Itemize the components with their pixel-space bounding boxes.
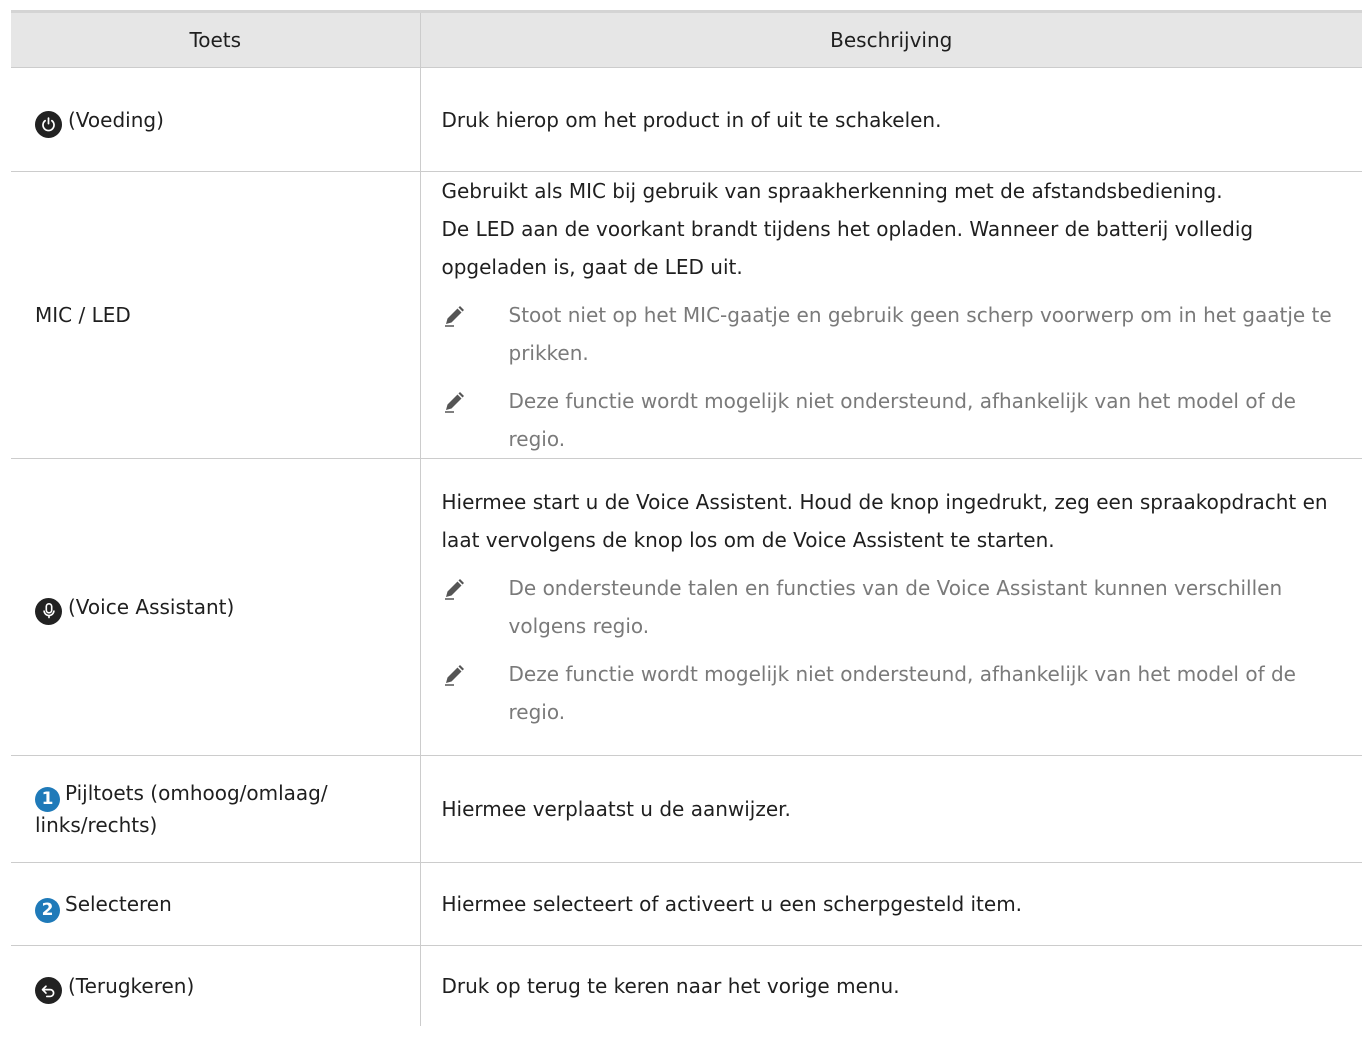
note: Deze functie wordt mogelijk niet onderst… [442, 382, 1353, 458]
pencil-icon [442, 382, 509, 426]
key-label: Pijltoets (omhoog/omlaag/ links/rechts) [35, 781, 328, 837]
note: De ondersteunde talen en functies van de… [442, 569, 1353, 645]
key-label: MIC / LED [35, 303, 131, 327]
table-row: (Voeding) Druk hierop om het product in … [11, 67, 1362, 172]
key-cell: MIC / LED [11, 171, 421, 459]
desc-cell: Hiermee selecteert of activeert u een sc… [420, 862, 1362, 946]
description-text: Hiermee verplaatst u de aanwijzer. [441, 797, 791, 821]
microphone-icon [35, 597, 62, 625]
pencil-icon [442, 569, 509, 613]
desc-cell: Hiermee verplaatst u de aanwijzer. [420, 755, 1362, 863]
number-badge: 2 [35, 897, 60, 923]
desc-cell: Hiermee start u de Voice Assistent. Houd… [420, 458, 1362, 756]
note-text: De ondersteunde talen en functies van de… [508, 576, 1283, 638]
description-text: Druk hierop om het product in of uit te … [441, 107, 942, 132]
key-label: Selecteren [65, 892, 172, 916]
desc-cell: Druk op terug te keren naar het vorige m… [420, 946, 1362, 1027]
note-text: Stoot niet op het MIC-gaatje en gebruik … [508, 303, 1332, 365]
description-text: Druk op terug te keren naar het vorige m… [441, 974, 900, 998]
description-text: Hiermee start u de Voice Assistent. Houd… [441, 490, 1328, 552]
pencil-icon [442, 655, 509, 699]
note-text: Deze functie wordt mogelijk niet onderst… [508, 662, 1296, 724]
desc-cell: Gebruikt als MIC bij gebruik van spraakh… [420, 171, 1362, 459]
number-badge: 1 [35, 786, 60, 812]
key-cell: (Voeding) [11, 67, 421, 172]
table-row: (Voice Assistant) Hiermee start u de Voi… [11, 458, 1362, 756]
description-text: De LED aan de voorkant brandt tijdens he… [441, 217, 1254, 279]
header-description: Beschrijving [419, 10, 1362, 68]
key-label: (Voice Assistant) [68, 595, 235, 619]
desc-cell: Druk hierop om het product in of uit te … [420, 67, 1362, 172]
table-row: MIC / LED Gebruikt als MIC bij gebruik v… [11, 171, 1362, 459]
pencil-icon [442, 296, 509, 340]
table-row: 2 Selecteren Hiermee selecteert of active… [11, 862, 1362, 946]
header-key: Toets [11, 10, 420, 68]
table-header-row: Toets Beschrijving [11, 10, 1362, 68]
remote-buttons-table: Toets Beschrijving (Voeding) Druk hierop… [11, 10, 1362, 1026]
key-label: (Voeding) [68, 107, 164, 132]
power-icon [35, 110, 62, 138]
key-cell: 1 Pijltoets (omhoog/omlaag/ links/rechts) [11, 755, 421, 863]
note: Stoot niet op het MIC-gaatje en gebruik … [442, 296, 1353, 372]
key-cell: 2 Selecteren [11, 862, 421, 946]
note-text: Deze functie wordt mogelijk niet onderst… [508, 389, 1296, 451]
return-icon [35, 977, 62, 1004]
table-row: 1 Pijltoets (omhoog/omlaag/ links/rechts)… [11, 755, 1362, 863]
description-text: Hiermee selecteert of activeert u een sc… [441, 892, 1023, 916]
note: Deze functie wordt mogelijk niet onderst… [442, 655, 1353, 731]
key-cell: (Terugkeren) [11, 945, 421, 1026]
description-text: Gebruikt als MIC bij gebruik van spraakh… [441, 179, 1223, 203]
table-row: (Terugkeren) Druk op terug te keren naar… [11, 945, 1362, 1027]
page: Toets Beschrijving (Voeding) Druk hierop… [0, 0, 1362, 1050]
key-cell: (Voice Assistant) [11, 458, 421, 756]
key-label: (Terugkeren) [68, 974, 195, 998]
